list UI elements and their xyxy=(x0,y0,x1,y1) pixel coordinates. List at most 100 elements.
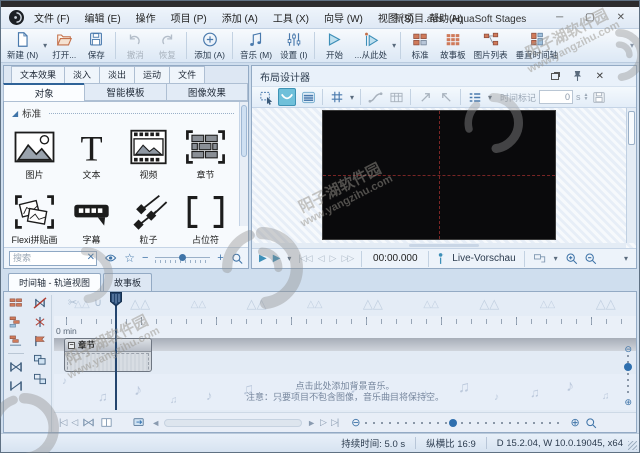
chapter-track[interactable]: − 章节 xyxy=(54,338,636,374)
scrollbar-thumb[interactable] xyxy=(628,111,635,145)
collapse-chapter-icon[interactable]: − xyxy=(68,341,75,349)
undo-button[interactable]: 撤消 xyxy=(119,30,151,61)
menu-operation[interactable]: 操作 xyxy=(136,10,156,25)
timeline-tracks[interactable]: ✂ ∪ △△ △△ △△ △△ △△ △△ △△ △△ △△ △△ 0 min − 章节 xyxy=(54,292,636,432)
standard-view-button[interactable]: 标准 xyxy=(404,30,436,61)
track-slider-thumb[interactable] xyxy=(624,363,633,371)
previous-item-icon[interactable]: ◁ xyxy=(71,417,78,428)
menu-wizard[interactable]: 向导 (W) xyxy=(324,10,363,25)
follow-playhead-icon[interactable] xyxy=(132,417,146,428)
open-button[interactable]: 打开... xyxy=(48,30,80,61)
object-item-placeholder[interactable]: 占位符 xyxy=(177,193,234,248)
track-height-slider[interactable]: ⊖ ⊕ xyxy=(624,344,633,408)
rotate-right-button[interactable] xyxy=(437,88,455,106)
menu-edit[interactable]: 编辑 (E) xyxy=(85,10,121,25)
object-list-scrollbar[interactable] xyxy=(239,102,248,226)
table-button[interactable] xyxy=(387,88,405,106)
tab-storyboard[interactable]: 故事板 xyxy=(103,273,153,291)
favorites-star-icon[interactable]: ☆ xyxy=(124,251,135,265)
music-track[interactable]: ♪ ♫ ♪ ♫ ♪ ♫ ♪ ♫ ♪ ♫ ♪ ♫ ♪ ♫ ♪ ♫ 点击此处添加背景音乐。 注意：只要项目不包含图… xyxy=(54,374,636,410)
playhead-flag-icon[interactable] xyxy=(110,292,122,307)
minimize-button[interactable]: ─ xyxy=(556,12,563,23)
time-marker-input[interactable]: 0 xyxy=(539,90,574,104)
no-transition-button[interactable] xyxy=(31,295,49,310)
menu-add[interactable]: 添加 (A) xyxy=(222,10,258,25)
grid-button[interactable] xyxy=(328,88,346,106)
preview-canvas-area[interactable] xyxy=(252,108,636,248)
display-mode-dropdown-icon[interactable]: ▾ xyxy=(554,254,558,263)
menu-tools[interactable]: 工具 (X) xyxy=(273,10,309,25)
play-button[interactable]: 开始 xyxy=(318,30,350,61)
skip-to-start-icon[interactable]: |◁◁ xyxy=(298,253,312,264)
timeline-horizontal-scrollbar[interactable] xyxy=(164,418,303,427)
object-item-chapter[interactable]: 章节 xyxy=(177,128,234,183)
time-marker-spinner[interactable]: ▲ ▼ xyxy=(584,93,589,102)
scroll-left-icon[interactable]: ◄ xyxy=(151,418,160,428)
object-item-flexi-collage[interactable]: Flexi拼贴画 xyxy=(6,193,63,248)
menu-file[interactable]: 文件 (F) xyxy=(34,10,70,25)
transition-button[interactable] xyxy=(7,359,25,374)
stripes-view-button[interactable] xyxy=(299,88,317,106)
visibility-eye-icon[interactable] xyxy=(104,252,117,264)
object-item-particles[interactable]: 粒子 xyxy=(120,193,177,248)
resize-grip[interactable] xyxy=(628,441,637,450)
close-panel-icon[interactable]: ✕ xyxy=(596,71,604,82)
clear-search-icon[interactable]: ✕ xyxy=(87,252,95,263)
redo-button[interactable]: 恢复 xyxy=(151,30,183,61)
object-item-video[interactable]: 视频 xyxy=(120,128,177,183)
zoom-out-magnifier-icon[interactable] xyxy=(584,252,597,265)
selection-tool-button[interactable] xyxy=(257,88,275,106)
object-item-text[interactable]: T 文本 xyxy=(63,128,120,183)
playhead-line[interactable] xyxy=(115,292,117,410)
timeline-magnifier-icon[interactable] xyxy=(585,417,597,429)
zoom-out-icon[interactable]: − xyxy=(142,252,148,264)
timeline-zoom-out-icon[interactable]: ⊖ xyxy=(351,416,360,429)
tab-files[interactable]: 文件 xyxy=(169,66,206,83)
rotate-left-button[interactable] xyxy=(416,88,434,106)
scrollbar-thumb[interactable] xyxy=(241,105,247,157)
scroll-right-icon[interactable]: ► xyxy=(307,418,316,428)
grid-dropdown-icon[interactable]: ▾ xyxy=(350,93,354,102)
new-dropdown-icon[interactable]: ▾ xyxy=(43,41,47,50)
close-button[interactable]: ✕ xyxy=(617,12,625,23)
motion-path-button[interactable] xyxy=(366,88,384,106)
timeline-zoom-slider[interactable] xyxy=(365,418,566,428)
menu-project[interactable]: 项目 (P) xyxy=(171,10,207,25)
preview-play-icon[interactable]: ▶ xyxy=(259,253,267,264)
track-layout-single-button[interactable] xyxy=(7,295,25,310)
marker-flag-button[interactable] xyxy=(31,333,49,348)
tab-objects[interactable]: 对象 xyxy=(3,83,86,101)
step-forward-icon[interactable]: ▷ xyxy=(330,253,337,264)
search-input[interactable] xyxy=(9,250,97,266)
play-from-here-button[interactable]: ...从此处 xyxy=(350,30,391,61)
book-view-icon[interactable] xyxy=(100,417,113,428)
transition-alt-button[interactable] xyxy=(7,378,25,393)
timeline-zoom-in-icon[interactable]: ⊕ xyxy=(570,416,579,429)
list-dropdown-icon[interactable]: ▾ xyxy=(488,93,492,102)
zoom-slider-thumb[interactable] xyxy=(449,418,458,427)
tab-fade-in[interactable]: 淡入 xyxy=(64,66,101,83)
object-item-image[interactable]: 图片 xyxy=(6,128,63,183)
curve-mode-button[interactable] xyxy=(278,88,296,106)
fit-view-icon[interactable] xyxy=(82,417,95,428)
go-to-start-icon[interactable]: |◁ xyxy=(59,417,67,428)
music-button[interactable]: 音乐 (M) xyxy=(236,30,276,61)
chapter-clip-body[interactable] xyxy=(67,353,149,371)
magnifier-icon[interactable] xyxy=(231,252,243,265)
preview-stage[interactable] xyxy=(322,110,556,240)
settings-button[interactable]: 设置 (I) xyxy=(276,30,311,61)
storyboard-view-button[interactable]: 故事板 xyxy=(436,30,470,61)
tab-text-effects[interactable]: 文本效果 xyxy=(11,66,66,83)
zoom-in-icon[interactable]: + xyxy=(217,252,223,264)
add-button[interactable]: 添加 (A) xyxy=(190,30,229,61)
standard-section-header[interactable]: ◢ 标准 xyxy=(4,102,248,120)
object-track[interactable]: ✂ ∪ △△ △△ △△ △△ △△ △△ △△ △△ △△ △△ xyxy=(54,292,636,316)
tab-timeline-track-view[interactable]: 时间轴 - 轨道视图 xyxy=(8,273,101,291)
vertical-timeline-view-button[interactable]: 垂直时间轴 xyxy=(512,30,563,61)
chapter-clip[interactable]: − 章节 xyxy=(64,338,152,372)
object-item-subtitle[interactable]: 字幕 xyxy=(63,193,120,248)
step-back-icon[interactable]: ◁ xyxy=(318,253,325,264)
tab-fade-out[interactable]: 淡出 xyxy=(99,66,136,83)
play-options-dropdown-icon[interactable]: ▾ xyxy=(287,254,291,263)
tab-motion[interactable]: 运动 xyxy=(134,66,171,83)
